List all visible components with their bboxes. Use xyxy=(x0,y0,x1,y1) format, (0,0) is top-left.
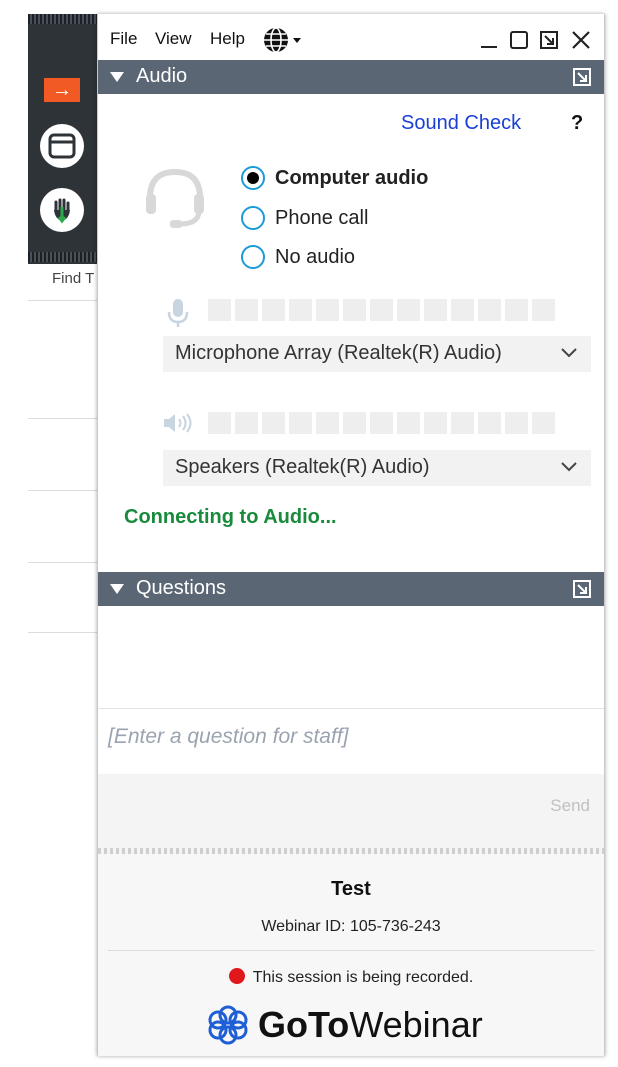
raise-hand-button[interactable] xyxy=(40,188,84,232)
microphone-value: Microphone Array (Realtek(R) Audio) xyxy=(175,342,502,364)
speaker-value: Speakers (Realtek(R) Audio) xyxy=(175,456,430,478)
toolbar-grip xyxy=(28,14,98,24)
radio-label: No audio xyxy=(275,245,356,268)
microphone-select[interactable]: Microphone Array (Realtek(R) Audio) xyxy=(163,336,591,372)
radio-button[interactable] xyxy=(241,245,265,269)
send-button[interactable]: Send xyxy=(550,796,590,816)
divider xyxy=(28,490,98,491)
radio-label: Computer audio xyxy=(275,166,429,189)
radio-label: Phone call xyxy=(275,206,369,229)
chevron-down-icon xyxy=(559,342,579,368)
screen-button[interactable] xyxy=(40,124,84,168)
divider xyxy=(28,632,98,633)
microphone-icon xyxy=(166,297,190,334)
maximize-button[interactable] xyxy=(508,29,530,56)
brand-webinar: Webinar xyxy=(349,1004,483,1045)
questions-header[interactable]: Questions xyxy=(98,572,604,606)
close-button[interactable] xyxy=(570,29,592,56)
question-placeholder: [Enter a question for staff] xyxy=(108,725,349,748)
menu-help[interactable]: Help xyxy=(210,29,245,49)
record-dot-icon xyxy=(228,968,245,984)
collapse-triangle-icon xyxy=(110,584,124,594)
session-title: Test xyxy=(331,878,371,900)
help-icon[interactable]: ? xyxy=(571,112,583,135)
audio-title: Audio xyxy=(136,65,188,87)
webinar-id: Webinar ID: 105-736-243 xyxy=(261,918,441,935)
raise-hand-icon xyxy=(54,198,70,224)
speaker-select[interactable]: Speakers (Realtek(R) Audio) xyxy=(163,450,591,486)
microphone-level-meter xyxy=(208,299,555,321)
control-panel: File View Help Audio Sound Check ? Compu… xyxy=(97,14,605,1056)
minimize-button[interactable] xyxy=(478,29,500,56)
sound-check-link[interactable]: Sound Check xyxy=(401,112,521,135)
divider xyxy=(28,300,98,301)
popout-button[interactable] xyxy=(538,29,560,56)
gotowebinar-flower-icon xyxy=(208,1005,248,1045)
gotowebinar-logo: GoTo Webinar xyxy=(206,1002,483,1048)
divider xyxy=(108,950,594,951)
question-send-area: Send xyxy=(98,774,604,852)
radio-computer-audio[interactable]: Computer audio xyxy=(241,164,428,192)
left-toolbar: → xyxy=(28,14,98,264)
globe-icon[interactable] xyxy=(262,26,306,59)
expand-arrow-button[interactable]: → xyxy=(44,78,80,102)
questions-log xyxy=(98,606,604,708)
divider xyxy=(28,418,98,419)
divider xyxy=(28,562,98,563)
session-footer: Test Webinar ID: 105-736-243 This sessio… xyxy=(98,854,604,1056)
headset-icon xyxy=(142,164,208,235)
radio-button[interactable] xyxy=(241,166,265,190)
find-label: Find T xyxy=(52,270,95,287)
menu-file[interactable]: File xyxy=(110,29,137,49)
question-input[interactable]: [Enter a question for staff] xyxy=(98,708,604,776)
radio-button[interactable] xyxy=(241,206,265,230)
menu-bar: File View Help xyxy=(98,24,604,58)
toolbar-grip xyxy=(28,252,98,262)
questions-title: Questions xyxy=(136,577,227,599)
popout-icon[interactable] xyxy=(572,67,592,93)
recording-text: This session is being recorded. xyxy=(252,969,474,986)
chevron-down-icon xyxy=(559,456,579,482)
window-icon xyxy=(48,133,76,159)
popout-icon[interactable] xyxy=(572,579,592,605)
audio-header[interactable]: Audio xyxy=(98,60,604,94)
menu-view[interactable]: View xyxy=(155,29,192,49)
speaker-icon xyxy=(162,412,196,439)
radio-phone-call[interactable]: Phone call xyxy=(241,204,368,232)
audio-status: Connecting to Audio... xyxy=(124,506,337,528)
recording-notice: This session is being recorded. xyxy=(98,968,604,987)
speaker-level-meter xyxy=(208,412,555,434)
radio-no-audio[interactable]: No audio xyxy=(241,243,355,271)
collapse-triangle-icon xyxy=(110,72,124,82)
brand-goto: GoTo xyxy=(258,1004,350,1045)
